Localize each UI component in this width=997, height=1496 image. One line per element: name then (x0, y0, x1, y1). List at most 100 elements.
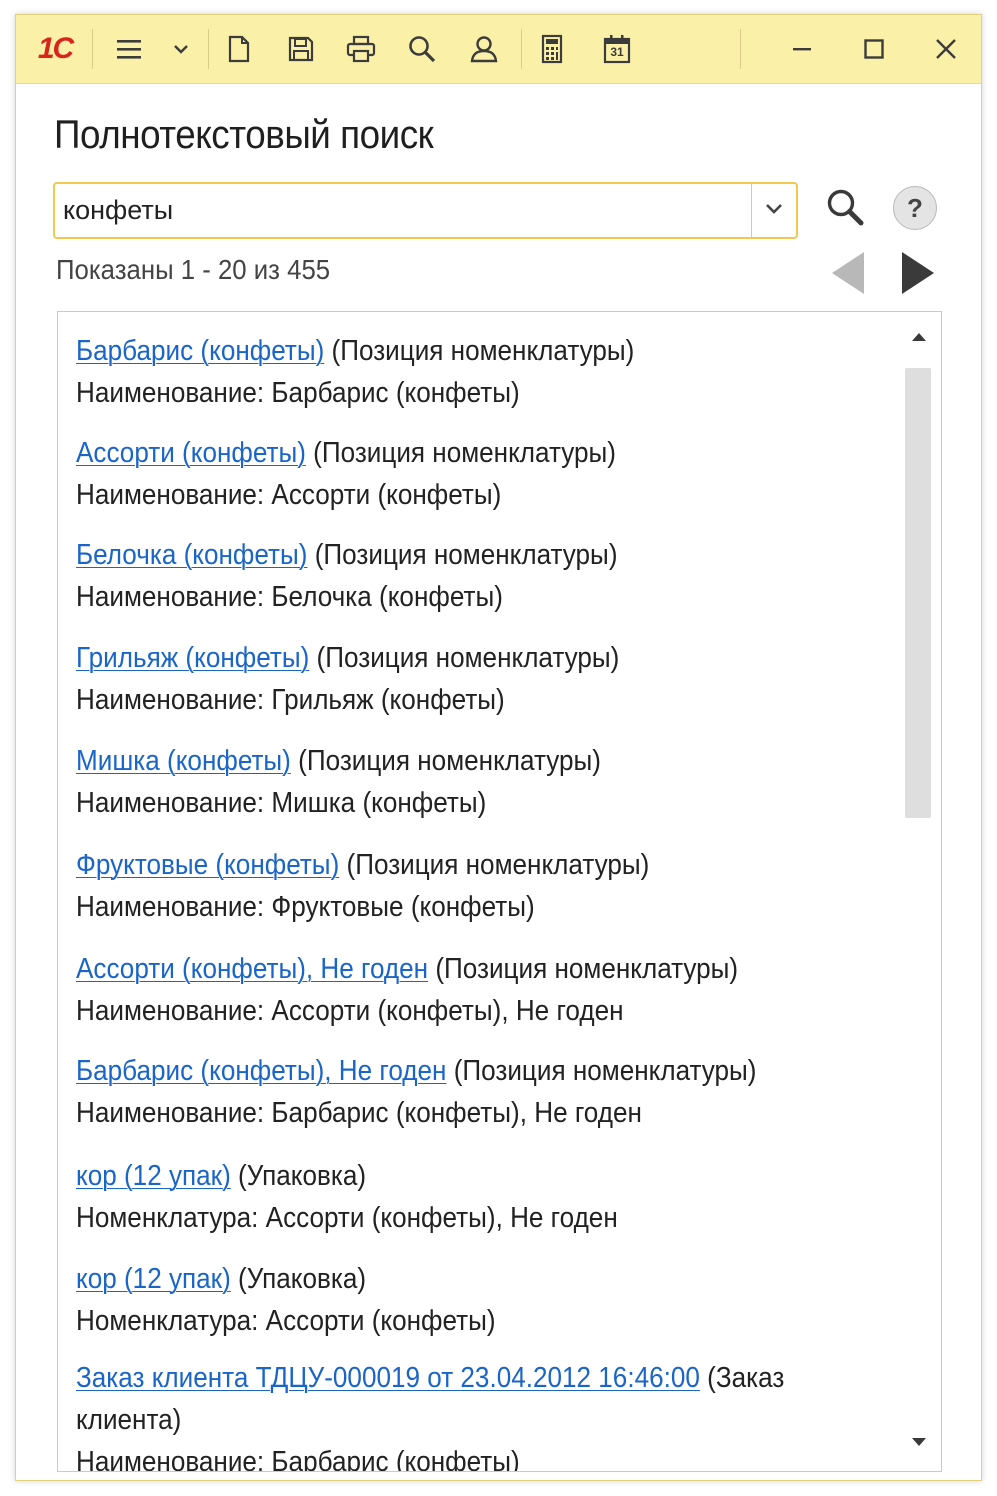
close-icon (935, 38, 957, 60)
search-history-dropdown-button[interactable] (751, 184, 796, 237)
user-button[interactable] (466, 15, 502, 83)
result-detail: Наименование: Ассорти (конфеты) (76, 479, 502, 511)
result-link[interactable]: Ассорти (конфеты), Не годен (76, 953, 428, 985)
calendar-button[interactable]: 31 (599, 15, 635, 83)
find-button[interactable] (404, 15, 440, 83)
result-detail: Наименование: Белочка (конфеты) (76, 581, 503, 613)
new-document-button[interactable] (222, 15, 256, 83)
result-detail: Наименование: Барбарис (конфеты), Не год… (76, 1097, 642, 1129)
result-item: кор (12 упак) (Упаковка) Номенклатура: Ас… (76, 1155, 814, 1239)
vertical-scrollbar[interactable] (897, 312, 941, 1471)
result-type: (Позиция номенклатуры) (309, 642, 620, 674)
save-icon (288, 36, 314, 62)
document-icon (228, 35, 250, 63)
result-title-line: Мишка (конфеты) (Позиция номенклатуры) (76, 740, 814, 782)
result-link[interactable]: Заказ клиента ТДЦУ-000019 от 23.04.2012 … (76, 1362, 700, 1394)
result-type: (Заказ (699, 1362, 785, 1394)
search-field[interactable] (53, 182, 798, 239)
print-button[interactable] (343, 15, 379, 83)
result-link[interactable]: Фруктовые (конфеты) (76, 849, 339, 881)
toolbar-separator (740, 29, 741, 69)
result-title-line: Фруктовые (конфеты) (Позиция номенклатур… (76, 844, 814, 886)
result-title-line: Ассорти (конфеты) (Позиция номенклатуры) (76, 432, 814, 474)
page-title: Полнотекстовый поиск (54, 113, 434, 157)
previous-page-button[interactable] (828, 249, 868, 297)
result-type: (Позиция номенклатуры) (324, 335, 635, 367)
hamburger-menu-icon (117, 38, 141, 60)
app-window: 1С 31 Полнотекстовый поиск конфеты ? Пок… (15, 14, 982, 1481)
arrow-up-icon (911, 330, 927, 348)
minimize-icon (792, 39, 812, 59)
result-item: Заказ клиента ТДЦУ-000019 от 23.04.2012 … (76, 1357, 814, 1472)
result-link[interactable]: кор (12 упак) (76, 1160, 231, 1192)
form-content: Полнотекстовый поиск ? Показаны 1 - 20 и… (16, 83, 981, 1480)
search-icon (825, 187, 865, 232)
logo-text: 1С (37, 32, 74, 65)
app-logo[interactable]: 1С (26, 15, 84, 83)
result-link[interactable]: Ассорти (конфеты) (76, 437, 306, 469)
maximize-button[interactable] (848, 15, 900, 83)
toolbar-separator (521, 29, 522, 69)
calculator-icon (541, 34, 563, 64)
result-link[interactable]: Барбарис (конфеты), Не годен (76, 1055, 446, 1087)
result-title-line: Белочка (конфеты) (Позиция номенклатуры) (76, 534, 814, 576)
result-item: Мишка (конфеты) (Позиция номенклатуры) На… (76, 740, 814, 824)
user-icon (469, 35, 499, 63)
menu-dropdown-button[interactable] (168, 15, 194, 83)
result-detail: Наименование: Ассорти (конфеты), Не годе… (76, 995, 624, 1027)
scroll-up-button[interactable] (897, 312, 941, 366)
toolbar-separator (208, 29, 209, 69)
result-item: Белочка (конфеты) (Позиция номенклатуры)… (76, 534, 814, 618)
result-detail: Наименование: Грильяж (конфеты) (76, 684, 505, 716)
result-title-line: Заказ клиента ТДЦУ-000019 от 23.04.2012 … (76, 1357, 814, 1399)
result-item: Барбарис (конфеты) (Позиция номенклатуры… (76, 330, 814, 414)
result-link[interactable]: Мишка (конфеты) (76, 745, 291, 777)
search-icon (408, 35, 436, 63)
maximize-icon (864, 39, 884, 59)
result-detail: Наименование: Барбарис (конфеты) (76, 1446, 520, 1472)
result-title-line: Барбарис (конфеты), Не годен (Позиция но… (76, 1050, 814, 1092)
result-detail: Наименование: Фруктовые (конфеты) (76, 891, 535, 923)
result-type: (Позиция номенклатуры) (446, 1055, 757, 1087)
result-detail: Номенклатура: Ассорти (конфеты) (76, 1305, 496, 1337)
calendar-day-number: 31 (610, 45, 624, 59)
result-link[interactable]: Грильяж (конфеты) (76, 642, 309, 674)
calculator-button[interactable] (534, 15, 570, 83)
result-type: (Позиция номенклатуры) (339, 849, 650, 881)
result-item: кор (12 упак) (Упаковка) Номенклатура: Ас… (76, 1258, 814, 1342)
result-detail: Наименование: Мишка (конфеты) (76, 787, 487, 819)
result-item: Ассорти (конфеты), Не годен (Позиция ном… (76, 948, 814, 1032)
result-detail: Номенклатура: Ассорти (конфеты), Не годе… (76, 1202, 618, 1234)
result-link[interactable]: Барбарис (конфеты) (76, 335, 324, 367)
menu-button[interactable] (112, 15, 146, 83)
save-button[interactable] (284, 15, 318, 83)
print-icon (346, 35, 376, 63)
title-bar: 1С 31 (16, 15, 981, 84)
toolbar-separator (92, 29, 93, 69)
minimize-button[interactable] (776, 15, 828, 83)
result-item: Грильяж (конфеты) (Позиция номенклатуры)… (76, 637, 814, 721)
result-type: (Позиция номенклатуры) (305, 437, 616, 469)
result-title-line: Ассорти (конфеты), Не годен (Позиция ном… (76, 948, 814, 990)
search-input[interactable] (63, 184, 743, 237)
close-button[interactable] (920, 15, 972, 83)
help-button[interactable]: ? (893, 186, 937, 230)
scroll-down-button[interactable] (897, 1417, 941, 1471)
calendar-icon: 31 (603, 34, 631, 64)
result-type: (Позиция номенклатуры) (307, 539, 618, 571)
triangle-left-icon (828, 252, 868, 301)
result-item: Ассорти (конфеты) (Позиция номенклатуры)… (76, 432, 814, 516)
results-count: Показаны 1 - 20 из 455 (56, 254, 331, 285)
search-button[interactable] (820, 184, 870, 234)
search-results-list[interactable]: Барбарис (конфеты) (Позиция номенклатуры… (57, 311, 942, 1472)
result-title-line: Грильяж (конфеты) (Позиция номенклатуры) (76, 637, 814, 679)
arrow-down-icon (911, 1435, 927, 1453)
result-link[interactable]: кор (12 упак) (76, 1263, 231, 1295)
result-title-line: кор (12 упак) (Упаковка) (76, 1155, 814, 1197)
result-type: (Позиция номенклатуры) (428, 953, 739, 985)
result-item: Фруктовые (конфеты) (Позиция номенклатур… (76, 844, 814, 928)
result-link[interactable]: Белочка (конфеты) (76, 539, 307, 571)
next-page-button[interactable] (898, 249, 938, 297)
scroll-thumb[interactable] (905, 368, 931, 818)
result-title-line: кор (12 упак) (Упаковка) (76, 1258, 814, 1300)
